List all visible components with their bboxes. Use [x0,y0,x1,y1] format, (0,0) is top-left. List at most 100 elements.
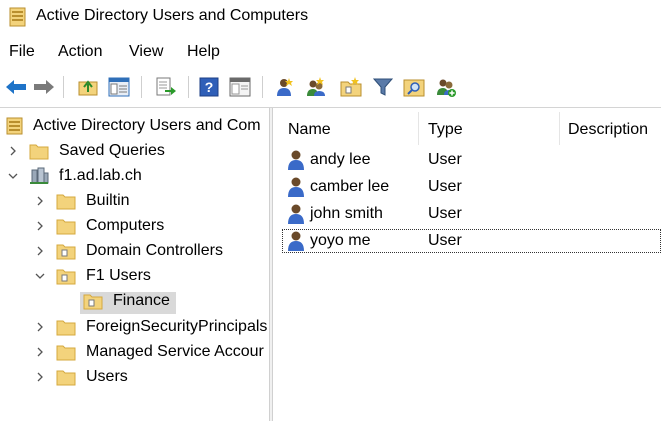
forward-arrow-icon [34,80,54,94]
tree-item-users[interactable]: Users [0,365,269,389]
column-header-type[interactable]: Type [419,110,559,146]
chevron-right-icon[interactable] [34,220,46,232]
user-icon [288,150,304,170]
folder-icon [56,219,76,235]
tree-item-domain[interactable]: f1.ad.lab.ch [0,164,269,188]
chevron-right-icon[interactable] [34,371,46,383]
new-group-button[interactable] [303,74,329,100]
list-item[interactable]: john smith User [282,202,661,226]
tree-label-users: Users [86,368,128,385]
help-button[interactable]: ? [196,74,222,100]
list-item[interactable]: andy lee User [282,148,661,172]
tree-item-foreign-security-principals[interactable]: ForeignSecurityPrincipals [0,315,269,339]
user-name: yoyo me [310,232,371,249]
title-bar: Active Directory Users and Computers [0,0,661,34]
menu-bar: File Action View Help [0,40,661,64]
list-item[interactable]: yoyo me User [282,229,661,253]
up-level-button[interactable] [75,74,101,100]
chevron-right-icon[interactable] [34,346,46,358]
chevron-right-icon[interactable] [7,145,19,157]
new-user-button[interactable] [272,74,298,100]
export-list-button[interactable] [153,74,179,100]
app-icon [9,7,26,27]
tree-label-saved-queries: Saved Queries [59,142,165,159]
find-icon [403,79,425,97]
filter-button[interactable] [370,74,396,100]
tree-item-builtin[interactable]: Builtin [0,189,269,213]
list-item[interactable]: camber lee User [282,175,661,199]
new-ou-button[interactable] [338,74,364,100]
column-header-name[interactable]: Name [274,110,418,146]
tree-label-managed-service-accounts: Managed Service Accour [86,343,264,360]
tree-label-domain-controllers: Domain Controllers [86,242,223,259]
ou-folder-icon [56,244,76,260]
up-folder-icon [78,80,98,96]
new-ou-icon [340,77,362,97]
back-arrow-icon [6,80,26,94]
properties-button[interactable] [227,74,253,100]
details-list[interactable]: Name Type Description andy lee User camb… [274,110,661,421]
ou-folder-icon [56,269,76,285]
folder-icon [56,345,76,361]
chevron-right-icon[interactable] [34,195,46,207]
forward-button[interactable] [31,74,57,100]
add-to-group-icon [437,79,456,97]
user-type: User [428,178,462,195]
tree-label-root: Active Directory Users and Com [33,117,261,134]
properties-icon [229,77,251,97]
folder-icon [56,320,76,336]
menu-file[interactable]: File [9,43,35,61]
tree-label-foreign-security-principals: ForeignSecurityPrincipals [86,318,268,335]
menu-view[interactable]: View [129,43,163,61]
new-user-icon [277,78,293,96]
column-header-description[interactable]: Description [560,110,661,146]
chevron-right-icon[interactable] [34,245,46,257]
console-tree-icon [108,77,130,97]
user-name: john smith [310,205,383,222]
tree-item-saved-queries[interactable]: Saved Queries [0,139,269,163]
help-icon: ? [199,77,219,97]
user-type: User [428,205,462,222]
tree-item-computers[interactable]: Computers [0,214,269,238]
tree-label-computers: Computers [86,217,165,234]
folder-icon [29,144,49,160]
folder-icon [56,194,76,210]
chevron-right-icon[interactable] [34,321,46,333]
pane-splitter[interactable] [269,108,273,421]
user-type: User [428,151,462,168]
console-root-icon [6,117,23,135]
user-icon [288,231,304,251]
user-type: User [428,232,462,249]
user-icon [288,204,304,224]
window-title: Active Directory Users and Computers [36,7,309,24]
svg-text:?: ? [205,79,214,95]
show-console-tree-button[interactable] [106,74,132,100]
menu-help[interactable]: Help [187,43,220,61]
chevron-down-icon[interactable] [7,170,19,182]
new-group-icon [307,77,325,96]
tree-label-finance: Finance [113,292,170,309]
export-list-icon [156,77,176,96]
user-name: camber lee [310,178,390,195]
back-button[interactable] [3,74,29,100]
find-button[interactable] [401,74,427,100]
toolbar: ? [0,72,661,102]
tree-label-domain: f1.ad.lab.ch [59,167,142,184]
ou-folder-icon [83,294,103,310]
add-to-group-button[interactable] [433,74,459,100]
tree-item-root[interactable]: Active Directory Users and Com [0,114,269,138]
toolbar-divider [0,107,661,108]
chevron-down-icon[interactable] [34,270,46,282]
folder-icon [56,370,76,386]
filter-icon [373,78,393,96]
console-tree[interactable]: Active Directory Users and Com Saved Que… [0,110,269,421]
user-name: andy lee [310,151,371,168]
tree-item-finance[interactable]: Finance [0,289,269,313]
tree-item-managed-service-accounts[interactable]: Managed Service Accour [0,340,269,364]
domain-icon [30,167,49,184]
tree-item-domain-controllers[interactable]: Domain Controllers [0,239,269,263]
menu-action[interactable]: Action [58,43,102,61]
tree-item-f1-users[interactable]: F1 Users [0,264,269,288]
user-icon [288,177,304,197]
tree-label-builtin: Builtin [86,192,130,209]
